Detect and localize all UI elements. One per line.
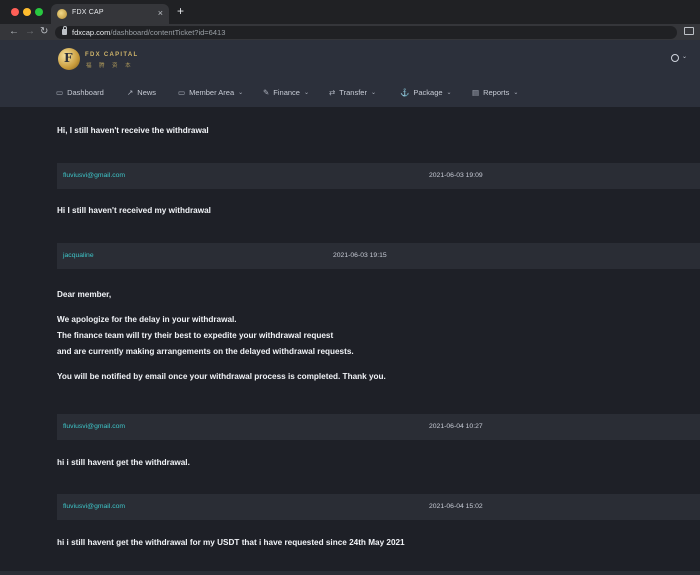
- reply-header: fluviusvi@gmail.com 2021-06-04 15:02: [57, 494, 700, 520]
- chevron-down-icon: ⌄: [513, 89, 519, 96]
- reply-header: jacqualine 2021-06-03 19:15: [57, 243, 700, 269]
- monitor-icon: ▭: [56, 87, 64, 97]
- browser-tabstrip: FDX CAP × +: [0, 0, 700, 24]
- chevron-down-icon: ⌄: [370, 89, 376, 96]
- report-icon: ▤: [472, 87, 480, 97]
- timestamp: 2021-06-03 19:09: [429, 172, 483, 179]
- back-arrow-icon[interactable]: ←: [9, 25, 19, 39]
- main-menu: ▭ Dashboard ↗ News ▭ Member Area ⌄ ✎ Fin…: [0, 85, 700, 99]
- browser-toolbar: ← → ↻ fdxcap.com/dashboard/contentTicket…: [0, 24, 700, 40]
- maximize-window-button[interactable]: [35, 8, 43, 16]
- brand-logo[interactable]: F: [58, 48, 80, 70]
- menu-item-member-area[interactable]: ▭ Member Area ⌄: [178, 85, 243, 99]
- sender-email[interactable]: fluviusvi@gmail.com: [63, 423, 125, 430]
- tab-title: FDX CAP: [72, 9, 104, 16]
- message-text: Hi, I still haven't receive the withdraw…: [57, 126, 209, 135]
- favicon-icon: [57, 9, 67, 19]
- tab-close-icon[interactable]: ×: [158, 8, 163, 18]
- menu-item-package[interactable]: ⚓ Package ⌄: [400, 85, 452, 99]
- trend-icon: ↗: [127, 87, 134, 97]
- bottom-edge: [0, 571, 700, 575]
- message-text: hi i still havent get the withdrawal.: [57, 458, 190, 467]
- reply-header: fluviusvi@gmail.com 2021-06-04 10:27: [57, 414, 700, 440]
- message-text: and are currently making arrangements on…: [57, 347, 354, 356]
- logo-mark: F: [64, 51, 73, 65]
- folder-icon: ▭: [178, 87, 186, 97]
- message-text: hi i still havent get the withdrawal for…: [57, 538, 405, 547]
- lock-icon: [62, 26, 67, 35]
- menu-item-dashboard[interactable]: ▭ Dashboard: [56, 85, 104, 99]
- menu-item-reports[interactable]: ▤ Reports ⌄: [472, 85, 518, 99]
- browser-tab[interactable]: FDX CAP ×: [51, 4, 169, 24]
- menu-item-news[interactable]: ↗ News: [127, 85, 156, 99]
- cast-icon[interactable]: [684, 27, 694, 35]
- sender-name[interactable]: jacqualine: [63, 252, 94, 259]
- reload-icon[interactable]: ↻: [40, 25, 48, 39]
- minimize-window-button[interactable]: [23, 8, 31, 16]
- message-text: Dear member,: [57, 290, 112, 299]
- chevron-down-icon: ⌄: [446, 89, 452, 96]
- chat-icon[interactable]: [671, 54, 679, 62]
- message-text: The finance team will try their best to …: [57, 331, 334, 340]
- menu-item-finance[interactable]: ✎ Finance ⌄: [263, 85, 309, 99]
- reply-header: fluviusvi@gmail.com 2021-06-03 19:09: [57, 163, 700, 189]
- sender-email[interactable]: fluviusvi@gmail.com: [63, 172, 125, 179]
- shuffle-icon: ⇄: [329, 87, 336, 97]
- message-text: We apologize for the delay in your withd…: [57, 315, 237, 324]
- menu-item-transfer[interactable]: ⇄ Transfer ⌄: [329, 85, 376, 99]
- close-window-button[interactable]: [11, 8, 19, 16]
- new-tab-button[interactable]: +: [177, 5, 184, 17]
- message-text: Hi I still haven't received my withdrawa…: [57, 206, 211, 215]
- timestamp: 2021-06-03 19:15: [333, 252, 387, 259]
- message-text: You will be notified by email once your …: [57, 372, 386, 381]
- forward-arrow-icon[interactable]: →: [25, 25, 35, 39]
- brand-subtitle: 福 腾 资 本: [86, 63, 134, 69]
- timestamp: 2021-06-04 10:27: [429, 423, 483, 430]
- address-bar[interactable]: fdxcap.com/dashboard/contentTicket?id=64…: [55, 26, 677, 39]
- chevron-down-icon: ⌄: [303, 89, 310, 96]
- anchor-icon: ⚓: [400, 87, 410, 97]
- chevron-down-icon[interactable]: ⌄: [682, 53, 687, 60]
- url-text: fdxcap.com/dashboard/contentTicket?id=64…: [72, 28, 226, 37]
- brand-name: FDX CAPITAL: [85, 52, 139, 58]
- sender-email[interactable]: fluviusvi@gmail.com: [63, 503, 125, 510]
- timestamp: 2021-06-04 15:02: [429, 503, 483, 510]
- chevron-down-icon: ⌄: [238, 89, 244, 96]
- edit-icon: ✎: [263, 87, 270, 97]
